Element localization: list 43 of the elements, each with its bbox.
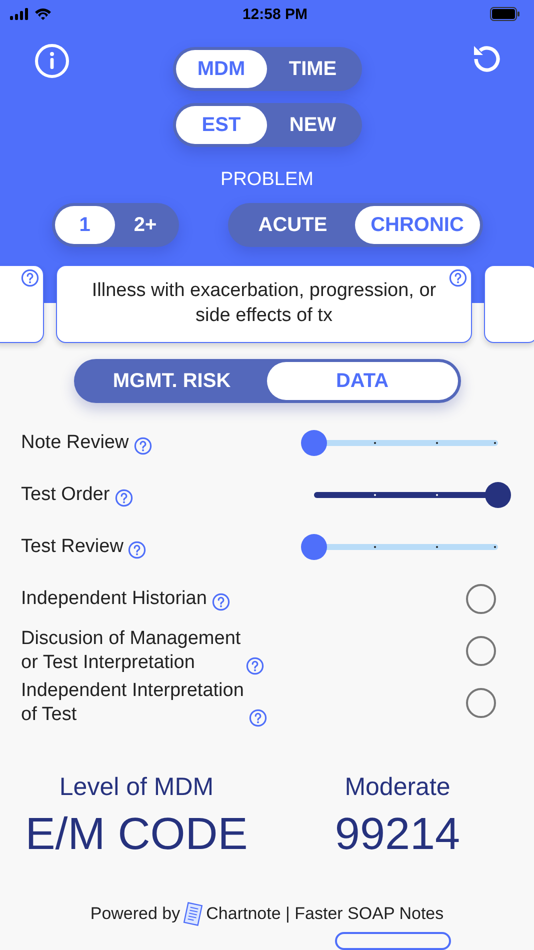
footer-text: Powered by bbox=[90, 904, 180, 924]
help-icon[interactable] bbox=[114, 489, 133, 507]
result-label: E/M CODE bbox=[25, 808, 248, 860]
help-icon[interactable] bbox=[212, 593, 230, 611]
segment-option[interactable]: CHRONIC bbox=[355, 206, 480, 244]
notepad-icon bbox=[183, 902, 204, 926]
item-label: Independent Interpretation of Test bbox=[21, 679, 244, 727]
item-label: Test Review bbox=[21, 535, 124, 559]
problem-description: Illness with exacerbation, progression, or side effects of tx bbox=[90, 279, 438, 328]
help-icon[interactable] bbox=[128, 541, 146, 559]
segment-option[interactable]: 2+ bbox=[115, 206, 176, 244]
outline-button[interactable] bbox=[335, 932, 451, 950]
status-time: 12:58 PM bbox=[242, 6, 308, 22]
item-label: Test Order bbox=[21, 483, 110, 507]
em-code: 99214 bbox=[334, 808, 460, 860]
segment-option[interactable]: MGMT. RISK bbox=[76, 362, 267, 400]
help-icon[interactable] bbox=[248, 709, 267, 727]
problem-card[interactable] bbox=[484, 265, 534, 343]
segment-option[interactable]: NEW bbox=[267, 106, 358, 144]
item-label: Discusion of Management or Test Interpretation bbox=[21, 627, 241, 675]
help-icon[interactable] bbox=[134, 437, 152, 455]
segment-option[interactable]: TIME bbox=[267, 50, 358, 88]
segment-option[interactable]: ACUTE bbox=[230, 206, 355, 244]
help-icon[interactable] bbox=[246, 657, 264, 675]
mdm-level: Moderate bbox=[344, 773, 450, 802]
info-icon[interactable] bbox=[34, 43, 70, 79]
segment-option[interactable]: DATA bbox=[267, 362, 458, 400]
item-label: Independent Historian bbox=[21, 587, 207, 611]
help-icon[interactable] bbox=[21, 269, 39, 287]
section-label: PROBLEM bbox=[220, 169, 314, 191]
radio-button[interactable] bbox=[466, 688, 496, 718]
battery-icon bbox=[490, 7, 520, 21]
help-icon[interactable] bbox=[449, 269, 467, 287]
segment-option[interactable]: MDM bbox=[176, 50, 267, 88]
radio-button[interactable] bbox=[466, 584, 496, 614]
problem-card[interactable]: Illness with exacerbation, progression, or side effects of tx bbox=[56, 265, 472, 343]
segment-option[interactable]: EST bbox=[176, 106, 267, 144]
item-label: Note Review bbox=[21, 431, 129, 455]
problem-card[interactable] bbox=[0, 265, 44, 343]
result-label: Level of MDM bbox=[59, 773, 214, 802]
footer-text: Chartnote | Faster SOAP Notes bbox=[206, 904, 444, 924]
radio-button[interactable] bbox=[466, 636, 496, 666]
segment-option[interactable]: 1 bbox=[54, 206, 115, 244]
